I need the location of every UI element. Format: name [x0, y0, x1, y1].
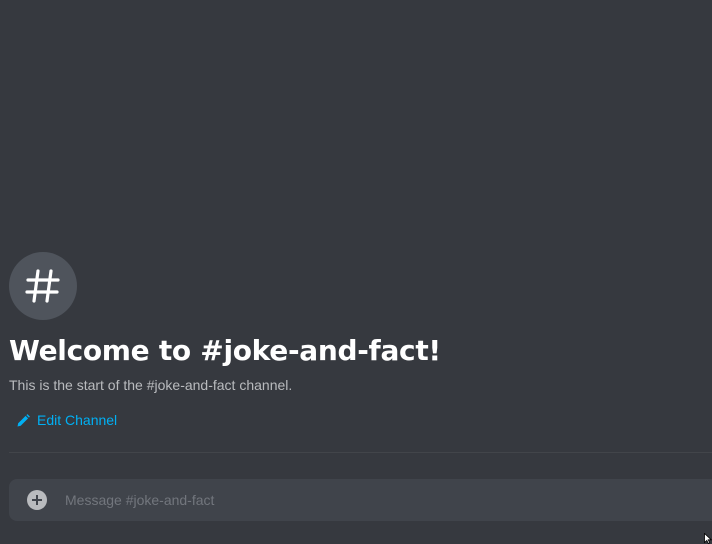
edit-channel-button[interactable]: Edit Channel: [17, 411, 117, 429]
plus-circle-icon: [32, 495, 42, 505]
chat-area: Welcome to #joke-and-fact! This is the s…: [0, 0, 712, 544]
edit-channel-label: Edit Channel: [37, 412, 118, 428]
attach-button[interactable]: [27, 490, 47, 510]
channel-avatar: [9, 252, 77, 320]
divider: [9, 452, 712, 453]
message-input[interactable]: [65, 479, 712, 521]
channel-welcome: Welcome to #joke-and-fact! This is the s…: [9, 252, 699, 394]
welcome-title: Welcome to #joke-and-fact!: [9, 334, 441, 367]
message-composer: [9, 479, 712, 521]
hash-icon: [25, 269, 60, 303]
welcome-subtitle: This is the start of the #joke-and-fact …: [9, 377, 293, 393]
mouse-cursor-icon: [704, 533, 712, 544]
pencil-icon: [17, 413, 30, 426]
